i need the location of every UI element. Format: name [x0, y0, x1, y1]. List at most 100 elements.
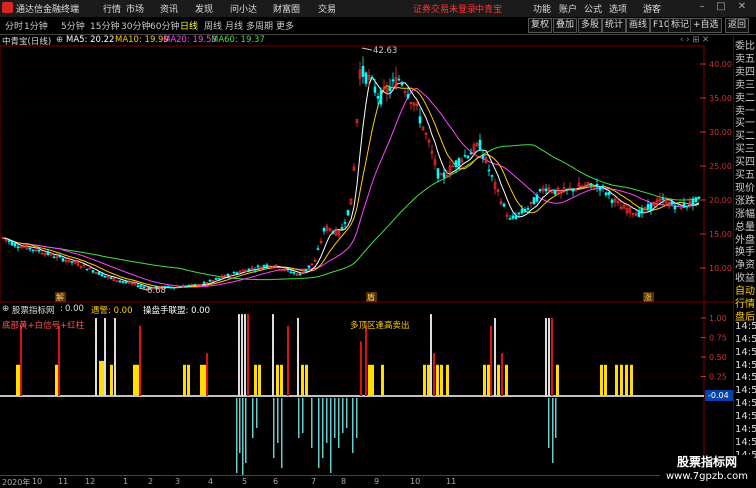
candle-body	[463, 154, 467, 157]
main-chart-frame	[0, 45, 705, 303]
candle-body	[286, 268, 290, 271]
ma5-line	[2, 75, 700, 289]
sidebar-item-26[interactable]: 14:50	[735, 372, 756, 383]
candle-body	[61, 258, 65, 262]
indicator-negative-bar	[338, 398, 340, 448]
indicator-negative-bar	[318, 398, 320, 468]
candle-body	[52, 256, 56, 259]
candle-body	[28, 247, 32, 250]
sidebar-item-24[interactable]: 14:50	[735, 347, 756, 358]
candle-body	[16, 246, 20, 249]
sidebar-item-27[interactable]: 14:50	[735, 385, 756, 396]
indicator-negative-bar	[277, 398, 279, 443]
candle-body	[406, 94, 410, 99]
candle-body	[532, 197, 536, 205]
candle-body	[388, 86, 392, 92]
date-label-13: 10	[410, 477, 421, 486]
candle-body	[304, 269, 308, 272]
candle-body	[379, 90, 383, 105]
watermark-url: www.7gpzb.com	[666, 471, 748, 482]
indicator-bar	[620, 364, 623, 396]
candle-body	[478, 139, 482, 151]
indicator-bar	[272, 314, 274, 396]
indicator-bar	[254, 364, 257, 396]
indicator-negative-bar	[352, 398, 354, 453]
indicator-current-value: -0.04	[708, 391, 729, 400]
candle-body	[694, 197, 698, 202]
sidebar-item-23[interactable]: 14:50	[735, 334, 756, 345]
indicator-bar	[505, 364, 508, 396]
indicator-bar	[545, 318, 547, 396]
indicator-tick-label: 0.25	[709, 373, 727, 382]
candle-body	[214, 278, 218, 280]
indicator-settings-icon[interactable]: ⊕	[2, 304, 9, 314]
candle-body	[697, 196, 701, 199]
candle-body	[439, 173, 443, 176]
candle-body	[604, 192, 608, 196]
indicator-bar	[427, 364, 430, 396]
candle-body	[322, 227, 326, 232]
candle-body	[538, 189, 542, 192]
indicator-negative-bar	[236, 398, 238, 473]
ma-line	[2, 75, 700, 289]
candle-body	[103, 275, 107, 278]
candle-body	[535, 194, 539, 202]
indicator-bar	[58, 325, 60, 396]
indicator-bar	[280, 364, 283, 396]
candle-body	[265, 264, 269, 268]
candle-body	[400, 83, 404, 86]
indicator-bar	[95, 318, 97, 396]
candle-body	[469, 152, 473, 155]
kline-chart[interactable]: 40.00 35.00 30.00 25.00 20.00 15.00 10.00 42.6…	[0, 0, 733, 475]
candlesticks	[1, 56, 701, 291]
candle-body	[487, 169, 491, 172]
candle-body	[418, 116, 422, 124]
candle-body	[7, 240, 11, 242]
indicator-bar	[423, 364, 426, 396]
candle-body	[526, 207, 530, 210]
sidebar-item-28[interactable]: 14:50	[735, 398, 756, 409]
watermark-title: 股票指标网	[676, 455, 737, 469]
indicator-bar	[381, 364, 384, 396]
candle-body	[565, 188, 569, 191]
candle-body	[184, 285, 188, 288]
date-label-12: 9	[374, 477, 380, 486]
candle-body	[514, 215, 518, 219]
date-label-7: 4	[208, 477, 214, 486]
sidebar-item-25[interactable]: 14:50	[735, 360, 756, 371]
ma-line	[2, 144, 700, 281]
candle-body	[70, 261, 74, 263]
indicator-bar	[600, 364, 603, 396]
candle-body	[85, 268, 89, 271]
candle-body	[544, 188, 548, 192]
sidebar-item-31[interactable]: 14:50	[735, 437, 756, 448]
sidebar-item-29[interactable]: 14:50	[735, 411, 756, 422]
candle-body	[466, 155, 470, 159]
price-grid	[0, 63, 704, 269]
candle-body	[121, 281, 125, 283]
indicator-bar	[604, 364, 607, 396]
indicator-bar	[104, 318, 106, 396]
sidebar-item-22[interactable]: 14:50	[735, 321, 756, 332]
indicator-bar	[133, 364, 136, 396]
candle-body	[685, 205, 689, 208]
candle-body	[187, 284, 191, 287]
candle-body	[610, 199, 614, 203]
candle-body	[136, 285, 140, 287]
watermark: 股票指标网 www.7gpzb.com	[660, 455, 754, 485]
sidebar-item-30[interactable]: 14:50	[735, 424, 756, 435]
indicator-bar	[548, 318, 550, 396]
indicator-negative-bar	[342, 398, 344, 433]
candle-body	[691, 198, 695, 206]
indicator-bar	[551, 318, 553, 396]
indicator-bar	[436, 364, 439, 396]
candle-body	[595, 183, 599, 187]
candle-body	[316, 248, 320, 250]
indicator-bar	[110, 364, 113, 396]
date-label-14: 11	[446, 477, 457, 486]
candle-body	[490, 175, 494, 177]
close-icon[interactable]: ✕	[736, 1, 748, 14]
candle-body	[253, 269, 257, 271]
indicator-bar	[497, 364, 500, 396]
price-tick-label: 15.00	[709, 230, 732, 239]
